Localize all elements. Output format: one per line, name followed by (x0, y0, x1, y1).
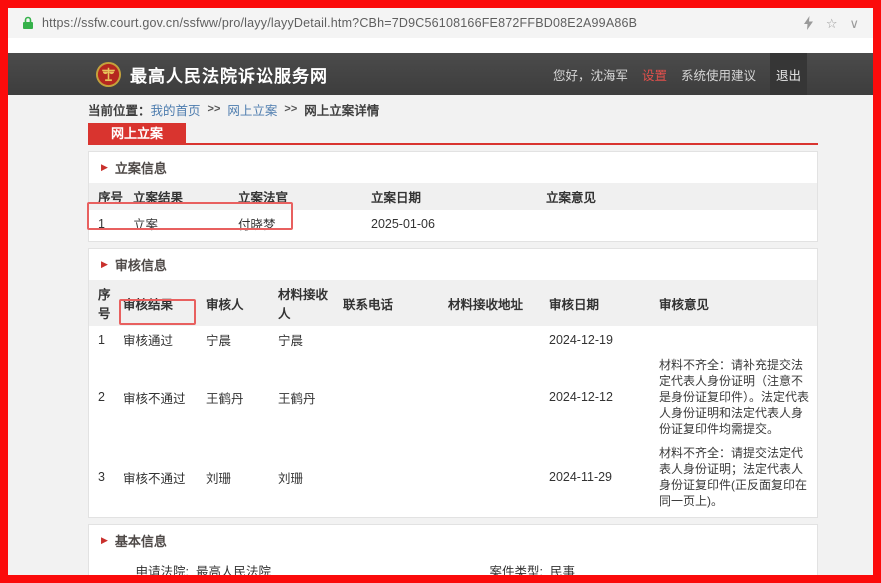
browser-address-bar: https://ssfw.court.gov.cn/ssfww/pro/layy… (8, 8, 873, 38)
field-label: 案件类型: (453, 561, 543, 580)
breadcrumb-filing-link[interactable]: 网上立案 (227, 100, 277, 119)
table-row: 3 审核不通过 刘珊 刘珊 2024-11-29 材料不齐全：请提交法定代表人身… (89, 441, 817, 513)
breadcrumb-separator: >> (208, 103, 221, 115)
col-seq: 序号 (89, 183, 133, 210)
cell-seq: 3 (89, 441, 123, 513)
col-filing-date: 立案日期 (371, 183, 546, 210)
cell-seq: 1 (89, 326, 123, 353)
page-body: 当前位置： 我的首页 >> 网上立案 >> 网上立案详情 网上立案 ▶ 立案信息 (8, 95, 873, 583)
feedback-link[interactable]: 系统使用建议 (681, 65, 756, 84)
cell-material-receiver: 刘珊 (278, 441, 343, 513)
breadcrumb-home-link[interactable]: 我的首页 (151, 100, 201, 119)
cell-review-opinion: 材料不齐全：请补充提交法定代表人身份证明（注意不是身份证复印件）。法定代表人身份… (659, 353, 817, 441)
cell-material-receiver: 宁晨 (278, 326, 343, 353)
cell-review-opinion: 材料不齐全：请提交法定代表人身份证明；法定代表人身份证复印件(正反面复印在同一页… (659, 441, 817, 513)
col-review-result: 审核结果 (123, 280, 206, 326)
url-field[interactable]: https://ssfw.court.gov.cn/ssfww/pro/layy… (42, 16, 803, 30)
col-material-address: 材料接收地址 (448, 280, 549, 326)
filing-section-title: ▶ 立案信息 (89, 152, 817, 183)
col-review-date: 审核日期 (549, 280, 659, 326)
cell-material-receiver: 王鹤丹 (278, 353, 343, 441)
filing-table: 序号 立案结果 立案法官 立案日期 立案意见 1 立案 付晓梦 2025-01-… (89, 183, 817, 237)
user-greeting: 您好，沈海军 (553, 65, 628, 84)
review-header-row: 序号 审核结果 审核人 材料接收人 联系电话 材料接收地址 审核日期 审核意见 (89, 280, 817, 326)
basic-section-title: ▶ 基本信息 (89, 525, 817, 556)
cell-filing-judge: 付晓梦 (238, 210, 371, 237)
breadcrumb: 当前位置： 我的首页 >> 网上立案 >> 网上立案详情 (8, 95, 873, 123)
basic-info-panel: ▶ 基本信息 申请法院: 最高人民法院 案件类型: 民事 是否知识产权: (88, 524, 818, 583)
court-emblem-logo (95, 61, 122, 88)
cell-review-date: 2024-11-29 (549, 441, 659, 513)
section-title-text: 审核信息 (115, 255, 167, 274)
section-marker-icon: ▶ (101, 536, 108, 545)
breadcrumb-label: 当前位置： (88, 100, 151, 119)
flash-icon[interactable] (803, 16, 814, 30)
cell-material-address (448, 326, 549, 353)
settings-link[interactable]: 设置 (642, 65, 667, 84)
cell-material-address (448, 353, 549, 441)
review-section-title: ▶ 审核信息 (89, 249, 817, 280)
ssl-lock-icon (22, 16, 34, 30)
site-header: 最高人民法院诉讼服务网 您好，沈海军 设置 系统使用建议 退出 (8, 53, 873, 95)
section-marker-icon: ▶ (101, 163, 108, 172)
breadcrumb-current: 网上立案详情 (304, 100, 379, 119)
col-material-receiver: 材料接收人 (278, 280, 343, 326)
basic-field-row: 申请法院: 最高人民法院 案件类型: 民事 (89, 556, 817, 583)
cell-seq: 2 (89, 353, 123, 441)
section-title-text: 基本信息 (115, 531, 167, 550)
cell-filing-date: 2025-01-06 (371, 210, 546, 237)
field-label: 申请法院: (89, 561, 189, 580)
section-marker-icon: ▶ (101, 260, 108, 269)
col-filing-judge: 立案法官 (238, 183, 371, 210)
cell-reviewer: 宁晨 (206, 326, 278, 353)
logout-button[interactable]: 退出 (770, 53, 807, 95)
bookmark-star-icon[interactable]: ☆ (826, 17, 838, 30)
cell-phone (343, 326, 448, 353)
cell-review-date: 2024-12-12 (549, 353, 659, 441)
cell-phone (343, 353, 448, 441)
page-top-spacer (8, 38, 873, 53)
cell-phone (343, 441, 448, 513)
col-filing-result: 立案结果 (133, 183, 238, 210)
col-reviewer: 审核人 (206, 280, 278, 326)
col-phone: 联系电话 (343, 280, 448, 326)
cell-reviewer: 王鹤丹 (206, 353, 278, 441)
field-case-type: 案件类型: 民事 (453, 561, 817, 580)
screenshot-frame: https://ssfw.court.gov.cn/ssfww/pro/layy… (0, 0, 881, 583)
cell-material-address (448, 441, 549, 513)
col-seq: 序号 (89, 280, 123, 326)
col-review-opinion: 审核意见 (659, 280, 817, 326)
breadcrumb-separator: >> (284, 103, 297, 115)
cell-filing-result: 立案 (133, 210, 238, 237)
section-title-text: 立案信息 (115, 158, 167, 177)
field-apply-court: 申请法院: 最高人民法院 (89, 561, 453, 580)
cell-filing-opinion (546, 210, 817, 237)
review-table: 序号 审核结果 审核人 材料接收人 联系电话 材料接收地址 审核日期 审核意见 … (89, 280, 817, 513)
filing-info-panel: ▶ 立案信息 序号 立案结果 立案法官 立案日期 立案意见 1 立案 (88, 151, 818, 242)
cell-seq: 1 (89, 210, 133, 237)
cell-reviewer: 刘珊 (206, 441, 278, 513)
table-row: 1 立案 付晓梦 2025-01-06 (89, 210, 817, 237)
review-info-panel: ▶ 审核信息 序号 审核结果 审核人 材料接收人 联系电话 材料接收地址 审核日… (88, 248, 818, 518)
table-row: 2 审核不通过 王鹤丹 王鹤丹 2024-12-12 材料不齐全：请补充提交法定… (89, 353, 817, 441)
cell-review-result: 审核通过 (123, 326, 206, 353)
field-value: 最高人民法院 (196, 561, 271, 580)
chevron-down-icon[interactable]: ∨ (849, 17, 859, 30)
cell-review-date: 2024-12-19 (549, 326, 659, 353)
tab-online-filing[interactable]: 网上立案 (88, 123, 186, 145)
cell-review-opinion (659, 326, 817, 353)
filing-header-row: 序号 立案结果 立案法官 立案日期 立案意见 (89, 183, 817, 210)
cell-review-result: 审核不通过 (123, 441, 206, 513)
col-filing-opinion: 立案意见 (546, 183, 817, 210)
field-value: 民事 (550, 561, 575, 580)
site-title: 最高人民法院诉讼服务网 (130, 62, 328, 87)
table-row: 1 审核通过 宁晨 宁晨 2024-12-19 (89, 326, 817, 353)
cell-review-result: 审核不通过 (123, 353, 206, 441)
tab-bar: 网上立案 (88, 123, 818, 145)
